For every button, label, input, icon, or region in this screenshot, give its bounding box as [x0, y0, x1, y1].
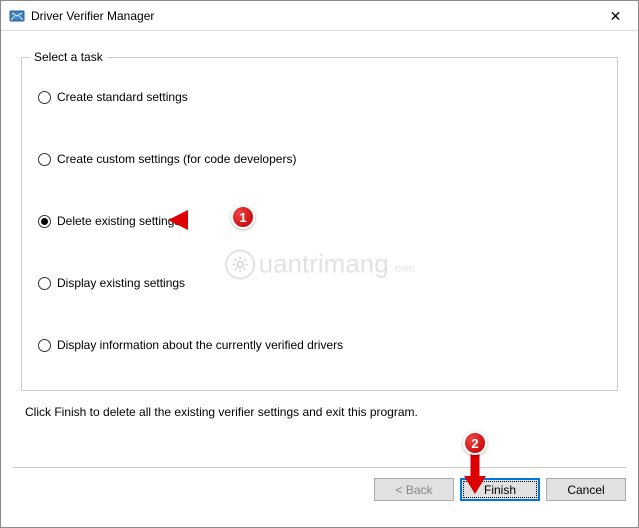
radio-label: Display information about the currently … — [57, 338, 343, 352]
radio-create-custom[interactable]: Create custom settings (for code develop… — [38, 152, 605, 166]
radio-display-info[interactable]: Display information about the currently … — [38, 338, 605, 352]
radio-icon — [38, 339, 51, 352]
callout-2: 2 — [463, 431, 487, 455]
close-icon: ✕ — [610, 8, 622, 25]
close-button[interactable]: ✕ — [593, 1, 638, 31]
radio-icon — [38, 153, 51, 166]
content-area: Select a task Create standard settings C… — [1, 31, 638, 419]
radio-delete-existing[interactable]: Delete existing settings — [38, 214, 605, 228]
task-groupbox: Select a task Create standard settings C… — [21, 57, 618, 391]
radio-icon — [38, 277, 51, 290]
radio-label: Display existing settings — [57, 276, 185, 290]
app-icon — [9, 8, 25, 24]
cancel-button[interactable]: Cancel — [546, 478, 626, 501]
groupbox-legend: Select a task — [30, 50, 107, 64]
radio-label: Create custom settings (for code develop… — [57, 152, 296, 166]
radio-icon — [38, 91, 51, 104]
hint-text: Click Finish to delete all the existing … — [25, 405, 614, 419]
back-button: < Back — [374, 478, 454, 501]
button-row: < Back Finish Cancel — [1, 468, 638, 501]
titlebar: Driver Verifier Manager ✕ — [1, 1, 638, 31]
radio-display-existing[interactable]: Display existing settings — [38, 276, 605, 290]
radio-label: Delete existing settings — [57, 214, 180, 228]
window-title: Driver Verifier Manager — [31, 9, 154, 23]
finish-button[interactable]: Finish — [460, 478, 540, 501]
radio-icon — [38, 215, 51, 228]
radio-label: Create standard settings — [57, 90, 188, 104]
radio-create-standard[interactable]: Create standard settings — [38, 90, 605, 104]
